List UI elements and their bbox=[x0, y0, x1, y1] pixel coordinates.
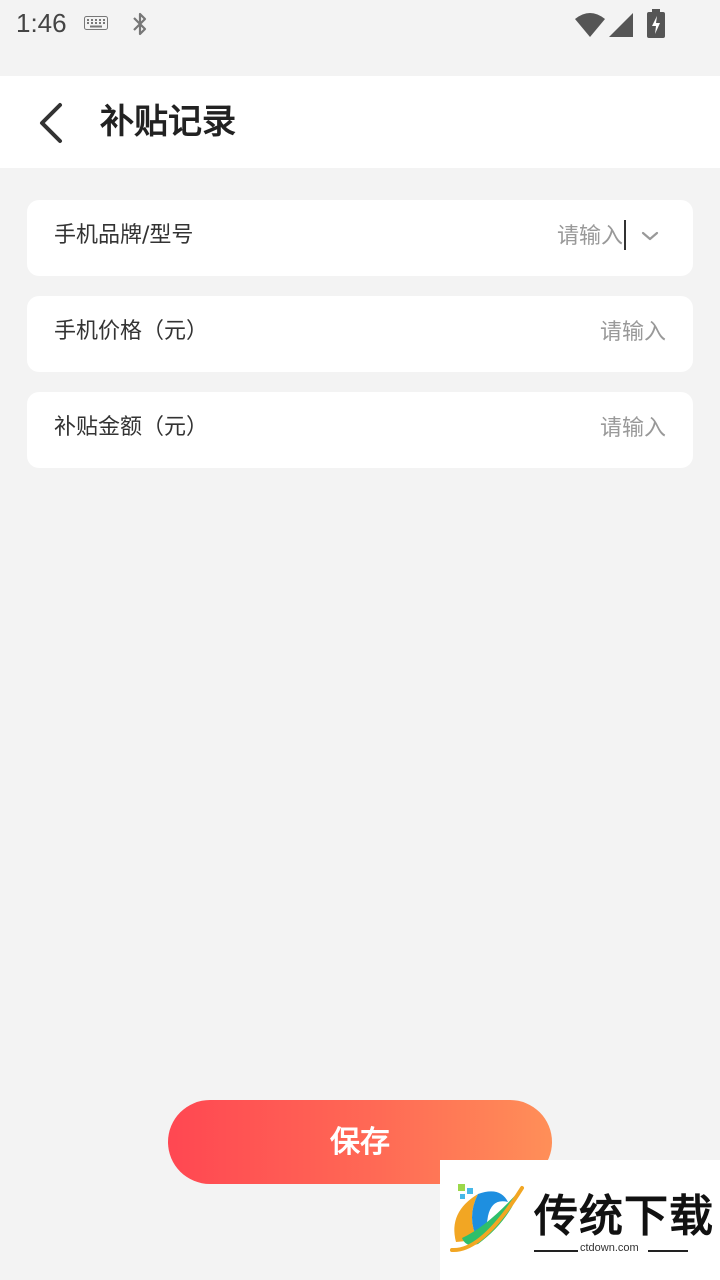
phone-price-row[interactable]: 手机价格（元） bbox=[27, 296, 693, 372]
subsidy-amount-row[interactable]: 补贴金额（元） bbox=[27, 392, 693, 468]
brand-model-row[interactable]: 手机品牌/型号 bbox=[27, 200, 693, 276]
chevron-down-icon[interactable] bbox=[639, 228, 661, 244]
site-logo-icon bbox=[450, 1184, 524, 1253]
battery-charging-icon bbox=[647, 9, 665, 38]
watermark-title: 传统下载 bbox=[534, 1191, 714, 1242]
divider bbox=[648, 1250, 688, 1252]
phone-price-label: 手机价格（元） bbox=[54, 319, 209, 344]
divider bbox=[534, 1250, 578, 1252]
page-title: 补贴记录 bbox=[100, 102, 236, 142]
keyboard-icon bbox=[84, 16, 108, 30]
status-bar: 1:46 bbox=[0, 0, 720, 76]
watermark: 传统下载 ctdown.com bbox=[440, 1160, 720, 1280]
chevron-left-icon bbox=[40, 103, 62, 143]
subsidy-amount-label: 补贴金额（元） bbox=[54, 415, 209, 440]
app-header: 补贴记录 bbox=[0, 76, 720, 168]
back-button[interactable] bbox=[26, 96, 76, 150]
wifi-icon bbox=[575, 13, 605, 37]
status-time: 1:46 bbox=[16, 8, 67, 38]
subsidy-amount-input[interactable] bbox=[407, 406, 666, 450]
phone-price-input[interactable] bbox=[407, 310, 666, 354]
watermark-url: ctdown.com bbox=[580, 1242, 639, 1254]
signal-icon bbox=[609, 13, 633, 37]
text-cursor bbox=[624, 220, 626, 250]
brand-model-input[interactable] bbox=[407, 214, 623, 258]
bluetooth-icon bbox=[133, 12, 147, 36]
brand-model-label: 手机品牌/型号 bbox=[54, 223, 194, 248]
